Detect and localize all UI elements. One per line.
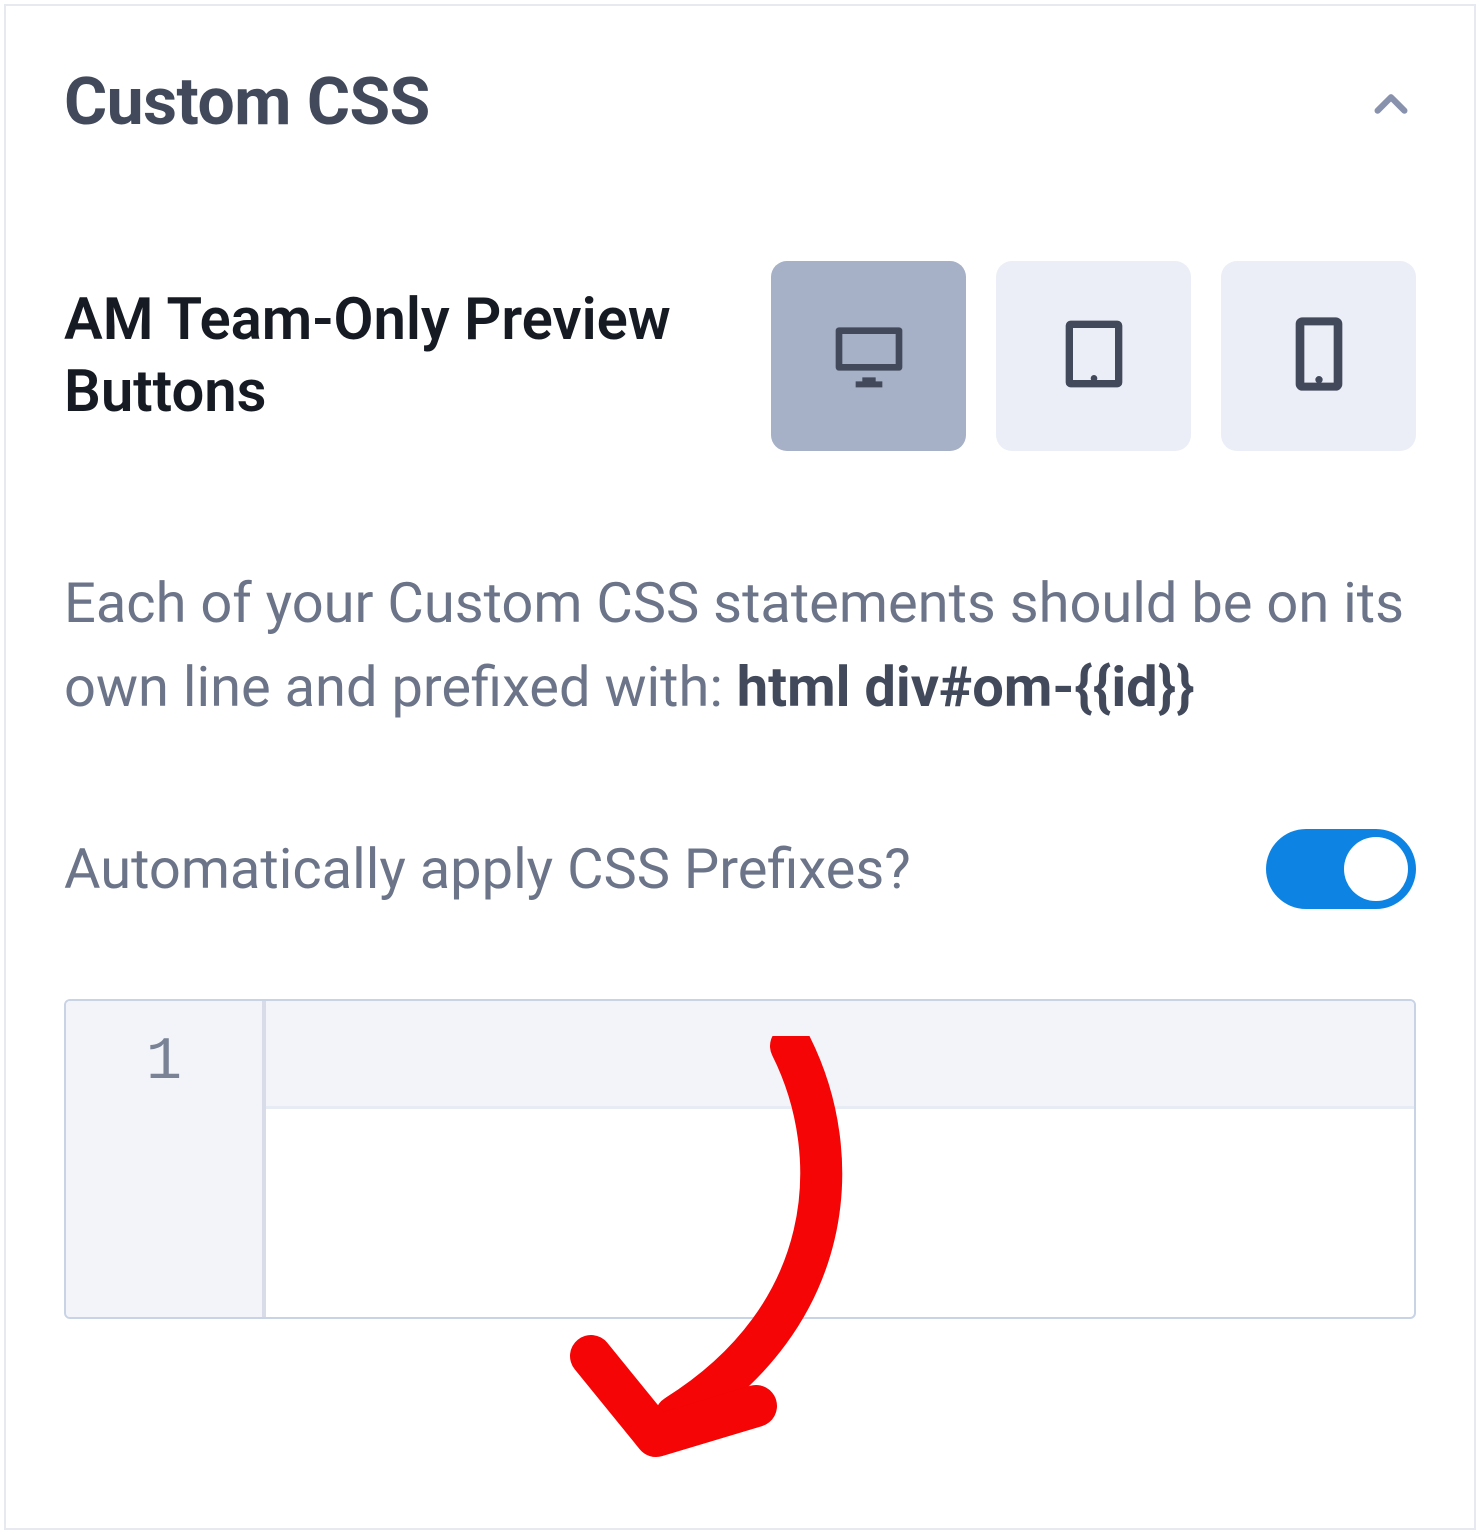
auto-prefix-toggle[interactable]	[1266, 829, 1416, 909]
panel-header[interactable]: Custom CSS	[64, 64, 1416, 141]
editor-gutter: 1	[66, 1001, 266, 1317]
tablet-preview-button[interactable]	[996, 261, 1191, 451]
toggle-knob	[1344, 837, 1408, 901]
custom-css-panel: Custom CSS AM Team-Only Preview Buttons	[4, 4, 1476, 1530]
help-text: Each of your Custom CSS statements shoul…	[64, 561, 1416, 729]
panel-title: Custom CSS	[64, 64, 430, 141]
desktop-icon	[829, 314, 909, 398]
auto-prefix-label: Automatically apply CSS Prefixes?	[64, 836, 911, 902]
desktop-preview-button[interactable]	[771, 261, 966, 451]
tablet-icon	[1054, 314, 1134, 398]
chevron-up-icon[interactable]	[1366, 78, 1416, 128]
mobile-preview-button[interactable]	[1221, 261, 1416, 451]
help-text-prefix: Each of your Custom CSS statements shoul…	[64, 570, 1404, 720]
css-code-editor[interactable]: 1	[64, 999, 1416, 1319]
editor-code-area[interactable]	[266, 1001, 1414, 1317]
preview-buttons-row: AM Team-Only Preview Buttons	[64, 261, 1416, 451]
editor-line[interactable]	[266, 1001, 1414, 1109]
auto-prefix-row: Automatically apply CSS Prefixes?	[64, 829, 1416, 909]
help-text-bold: html div#om-{{id}}	[737, 654, 1195, 720]
line-number: 1	[66, 1029, 262, 1097]
preview-buttons-label: AM Team-Only Preview Buttons	[64, 284, 684, 429]
mobile-icon	[1279, 314, 1359, 398]
device-button-group	[771, 261, 1416, 451]
